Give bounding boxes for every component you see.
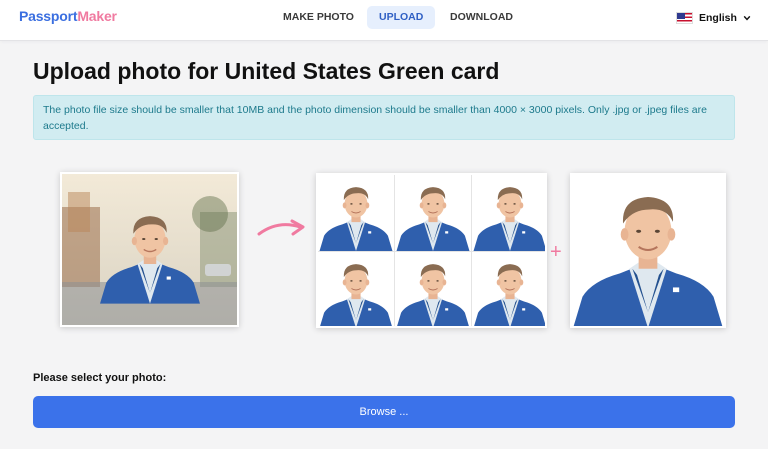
passport-photo-thumb <box>318 252 394 326</box>
passport-photo-thumb <box>395 175 471 251</box>
select-photo-label: Please select your photo: <box>33 372 167 384</box>
page-title: Upload photo for United States Green car… <box>33 58 500 84</box>
top-navbar: PassportMaker MAKE PHOTO UPLOAD DOWNLOAD… <box>0 0 768 41</box>
upload-requirements-notice: The photo file size should be smaller th… <box>33 95 735 140</box>
passport-photo-thumb <box>472 252 545 326</box>
language-selector[interactable]: English <box>676 10 751 26</box>
nav-upload[interactable]: UPLOAD <box>367 6 436 29</box>
brand-logo[interactable]: PassportMaker <box>19 8 117 24</box>
final-passport-photo <box>570 173 726 328</box>
language-label: English <box>699 12 737 24</box>
passport-photo-thumb <box>318 175 394 251</box>
example-source-photo <box>60 172 239 327</box>
browse-button[interactable]: Browse ... <box>33 396 735 428</box>
passport-photo-thumb <box>472 175 545 251</box>
nav-download[interactable]: DOWNLOAD <box>438 6 525 29</box>
nav-make-photo[interactable]: MAKE PHOTO <box>271 6 366 29</box>
passport-photo-thumb <box>395 252 471 326</box>
us-flag-icon <box>676 12 693 24</box>
curved-arrow-icon <box>257 219 305 236</box>
plus-icon: + <box>550 241 562 263</box>
chevron-down-icon <box>743 15 751 21</box>
print-sheet-preview <box>316 173 547 328</box>
